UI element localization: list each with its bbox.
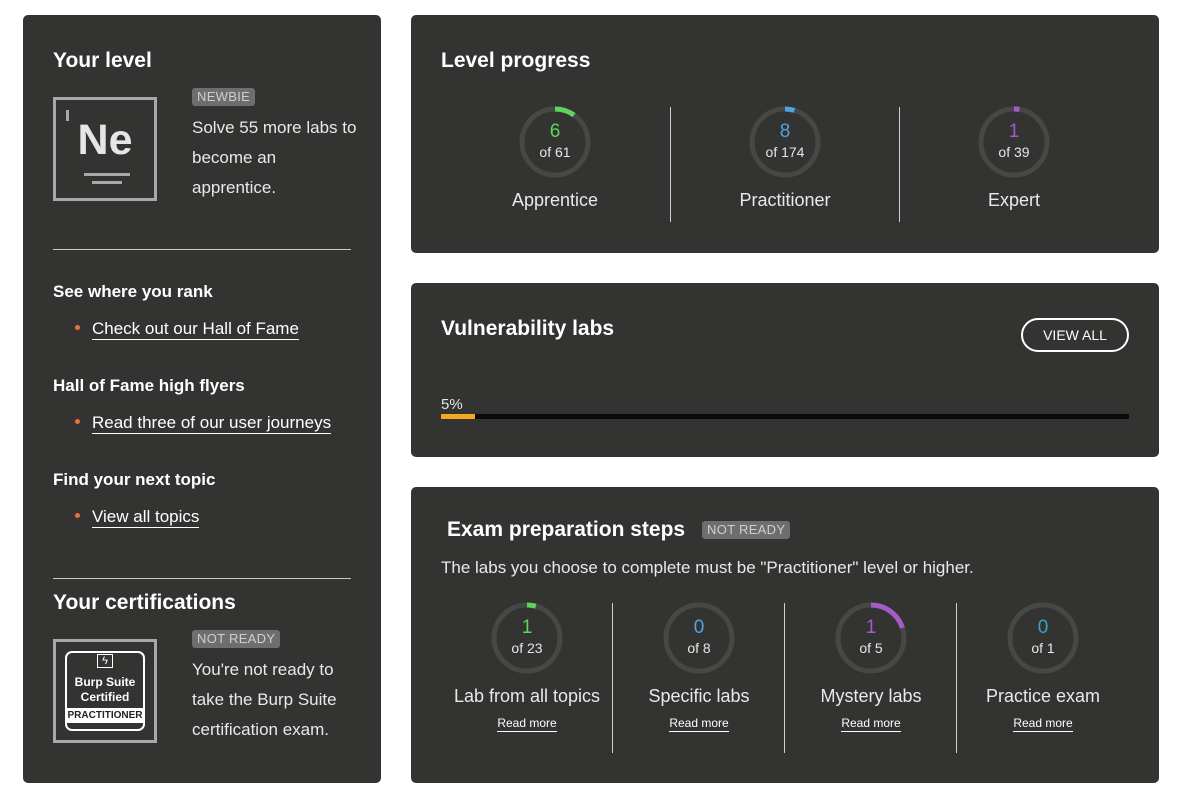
divider [956,603,957,753]
divider [670,107,671,222]
exam-step-label: Lab from all topics [453,686,601,706]
bullet-icon [75,325,80,331]
level-blurb: Solve 55 more labs to become an apprenti… [192,118,357,197]
user-journeys-link-item: Read three of our user journeys [75,413,332,434]
cert-logo-line1: Burp Suite [74,675,136,689]
divider [53,249,351,250]
ring-value: 1 [865,617,877,638]
cert-logo-line2: Certified [80,690,130,704]
flyers-heading: Hall of Fame high flyers [53,376,245,395]
user-journeys-link[interactable]: Read three of our user journeys [92,413,332,434]
bullet-icon [75,419,80,425]
progress-ring: 6 of 61 [519,106,591,178]
ring-total: of 61 [539,144,571,160]
ring-value: 0 [693,617,705,638]
hall-of-fame-link[interactable]: Check out our Hall of Fame [92,319,299,340]
element-symbol: Ne [77,116,133,164]
exam-description: The labs you choose to complete must be … [441,558,974,577]
progress-bar-fill [441,414,476,419]
divider [784,603,785,753]
topic-heading: Find your next topic [53,470,216,489]
certification-blurb: You're not ready to take the Burp Suite … [192,660,337,739]
read-more-link[interactable]: Read more [811,716,931,732]
rank-heading: See where you rank [53,282,213,301]
level-progress-title: Level progress [441,49,591,72]
exam-preparation-card: Exam preparation steps NOT READY The lab… [411,487,1159,783]
bullet-icon [75,513,80,519]
read-more-link[interactable]: Read more [467,716,587,732]
exam-step-label: Practice exam [985,686,1101,706]
divider [53,578,351,579]
read-more-link[interactable]: Read more [983,716,1103,732]
vulnerability-labs-title: Vulnerability labs [441,317,615,340]
exam-step-ring: 1 of 23 [491,602,563,674]
ring-value: 6 [549,121,561,142]
view-all-button[interactable]: VIEW ALL [1021,318,1129,352]
ring-value: 0 [1037,617,1049,638]
progress-percent-label: 5% [441,396,463,413]
level-sidebar: Your level Ne NEWBIE Solve 55 more labs … [23,15,381,783]
hall-of-fame-link-item: Check out our Hall of Fame [75,319,299,340]
ring-value: 8 [779,121,791,142]
read-more-link[interactable]: Read more [639,716,759,732]
view-topics-link-item: View all topics [75,507,200,528]
view-all-topics-link[interactable]: View all topics [92,507,200,528]
ring-total: of 174 [765,144,805,160]
ring-value: 1 [521,617,533,638]
exam-status-badge: NOT READY [702,521,791,539]
ring-label: Apprentice [511,190,599,210]
exam-step-ring: 1 of 5 [835,602,907,674]
progress-ring: 1 of 39 [978,106,1050,178]
cert-logo-tag: PRACTITIONER [67,708,143,723]
element-tile-icon: Ne [53,97,157,201]
ring-total: of 39 [998,144,1030,160]
exam-step-label: Mystery labs [820,686,922,706]
divider [899,107,900,222]
level-badge: NEWBIE [192,88,256,106]
ring-total: of 1 [1031,640,1055,656]
ring-value: 1 [1008,121,1020,142]
divider [612,603,613,753]
exam-step-ring: 0 of 1 [1007,602,1079,674]
certifications-title: Your certifications [53,591,236,614]
progress-bar [441,414,1129,419]
your-level-title: Your level [53,49,152,72]
ring-total: of 5 [859,640,883,656]
ring-total: of 8 [687,640,711,656]
certification-logo: ϟ Burp Suite Certified PRACTITIONER [53,639,157,743]
exam-step-label: Specific labs [648,686,750,706]
level-progress-card: Level progress 6 of 61 Apprentice 8 of 1… [411,15,1159,253]
exam-step-ring: 0 of 8 [663,602,735,674]
progress-ring: 8 of 174 [749,106,821,178]
certification-badge: NOT READY [192,630,281,648]
ring-total: of 23 [511,640,543,656]
ring-label: Expert [987,190,1041,210]
ring-label: Practitioner [739,190,831,210]
exam-preparation-title: Exam preparation steps [447,518,686,541]
vulnerability-labs-card: Vulnerability labs VIEW ALL 5% [411,283,1159,457]
lightning-bolt-icon: ϟ [97,654,113,668]
